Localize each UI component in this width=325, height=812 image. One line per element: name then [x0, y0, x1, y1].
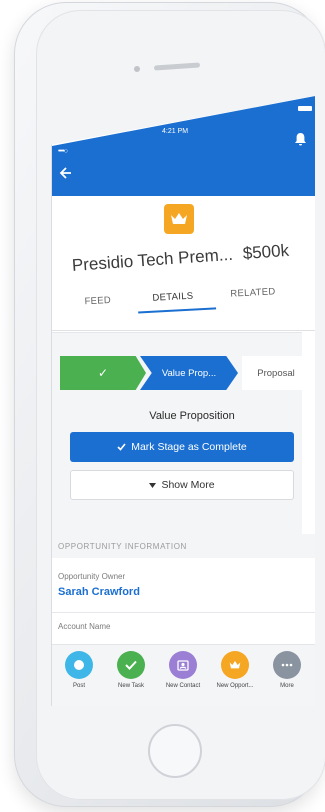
action-new-task-label: New Task	[118, 683, 144, 689]
record-title: Presidio Tech Prem... $500k	[71, 239, 312, 276]
app-screen: ••••○ 4:21 PM Presidio Tech Prem... $500k…	[51, 96, 315, 706]
record-tabs: FEED DETAILS RELATED	[52, 278, 315, 326]
show-more-label: Show More	[161, 479, 215, 491]
mark-stage-complete-label: Mark Stage as Complete	[131, 441, 247, 453]
path-step-complete[interactable]: ✓	[60, 356, 146, 390]
status-time: 4:21 PM	[162, 128, 189, 135]
active-tab-indicator	[138, 307, 217, 314]
checkmark-icon: ✓	[97, 366, 109, 380]
section-title: OPPORTUNITY INFORMATION	[58, 541, 187, 551]
post-icon	[65, 651, 93, 679]
camera-icon	[134, 66, 140, 72]
current-stage-label: Value Proposition	[149, 410, 235, 422]
tab-feed[interactable]: FEED	[84, 295, 111, 307]
owner-link[interactable]: Sarah Crawford	[58, 586, 140, 598]
action-more-label: More	[280, 683, 294, 689]
action-more[interactable]: More	[262, 651, 312, 689]
action-post[interactable]: Post	[54, 651, 104, 689]
action-new-opportunity-label: New Opport...	[216, 683, 254, 689]
signal-indicator: ••••○	[58, 148, 68, 155]
account-field-label: Account Name	[58, 622, 111, 631]
checkmark-icon	[117, 443, 126, 451]
opportunity-crown-icon	[164, 204, 194, 234]
action-new-opportunity[interactable]: New Opport...	[210, 651, 260, 689]
crown-icon	[221, 651, 249, 679]
phone-frame: ••••○ 4:21 PM Presidio Tech Prem... $500k…	[14, 2, 325, 807]
checkmark-icon	[117, 651, 145, 679]
mark-stage-complete-button[interactable]: Mark Stage as Complete	[70, 432, 294, 462]
tab-related[interactable]: RELATED	[230, 286, 276, 299]
action-new-contact-label: New Contact	[165, 683, 201, 689]
battery-icon	[298, 106, 312, 111]
record-amount: $500k	[242, 240, 290, 264]
action-post-label: Post	[72, 683, 85, 689]
more-icon	[273, 651, 301, 679]
tab-details[interactable]: DETAILS	[152, 291, 194, 304]
action-new-task[interactable]: New Task	[106, 651, 156, 689]
home-button[interactable]	[148, 724, 202, 778]
sales-path: ✓ Value Prop... Proposal	[60, 356, 310, 390]
caret-down-icon	[149, 482, 157, 488]
action-bar: Post New Task New Contact New Opport...	[52, 644, 315, 706]
path-step-upcoming-label: Proposal	[257, 367, 295, 379]
action-new-contact[interactable]: New Contact	[158, 651, 208, 689]
path-step-current[interactable]: Value Prop...	[140, 356, 238, 390]
record-name: Presidio Tech Prem...	[71, 244, 234, 275]
bell-icon[interactable]	[294, 132, 307, 151]
section-header[interactable]: OPPORTUNITY INFORMATION	[52, 534, 315, 558]
field-divider	[52, 612, 315, 613]
tabs-divider	[52, 330, 315, 331]
owner-field-label: Opportunity Owner	[58, 572, 126, 581]
path-step-current-label: Value Prop...	[161, 367, 217, 379]
show-more-button[interactable]: Show More	[70, 470, 294, 500]
path-step-upcoming[interactable]: Proposal	[242, 356, 310, 390]
contact-icon	[169, 651, 197, 679]
back-arrow-icon[interactable]	[58, 166, 72, 183]
